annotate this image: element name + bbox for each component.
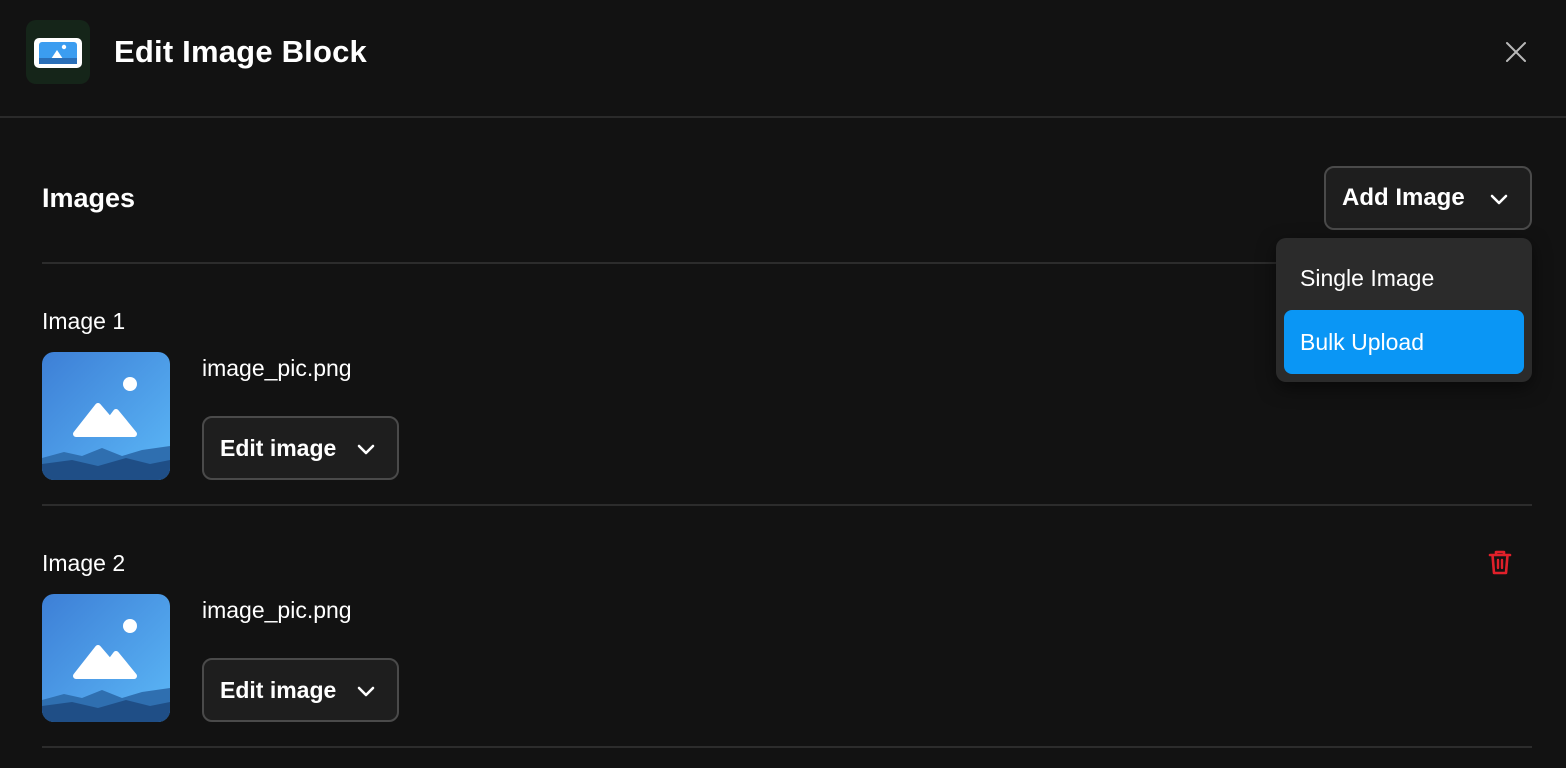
add-image-button[interactable]: Add Image (1324, 166, 1532, 230)
edit-image-label: Edit image (220, 676, 337, 703)
trash-icon[interactable] (1484, 546, 1516, 578)
section-title: Images (42, 183, 136, 213)
chevron-down-icon (355, 438, 377, 465)
image-row-label: Image 2 (42, 550, 126, 576)
image-row-label: Image 1 (42, 308, 126, 334)
edit-image-block-dialog: Edit Image Block Images Add Image Image … (0, 0, 1566, 768)
edit-image-label: Edit image (220, 434, 337, 461)
image-filename: image_pic.png (202, 597, 352, 623)
dialog-title: Edit Image Block (114, 34, 367, 69)
add-image-dropdown: Single Image Bulk Upload (1276, 238, 1532, 382)
chevron-down-icon (1488, 188, 1510, 215)
menu-item-bulk-upload[interactable]: Bulk Upload (1284, 310, 1524, 374)
chevron-down-icon (355, 680, 377, 707)
edit-image-button[interactable]: Edit image (202, 416, 399, 480)
image-thumbnail (42, 352, 170, 480)
image-block-icon (26, 20, 90, 84)
edit-image-button[interactable]: Edit image (202, 658, 399, 722)
divider (42, 504, 1532, 506)
image-thumbnail (42, 594, 170, 722)
divider (42, 746, 1532, 748)
dialog-header: Edit Image Block (0, 0, 1566, 118)
close-icon[interactable] (1502, 38, 1530, 66)
image-filename: image_pic.png (202, 355, 352, 381)
add-image-label: Add Image (1342, 184, 1465, 211)
menu-item-single-image[interactable]: Single Image (1284, 246, 1524, 310)
